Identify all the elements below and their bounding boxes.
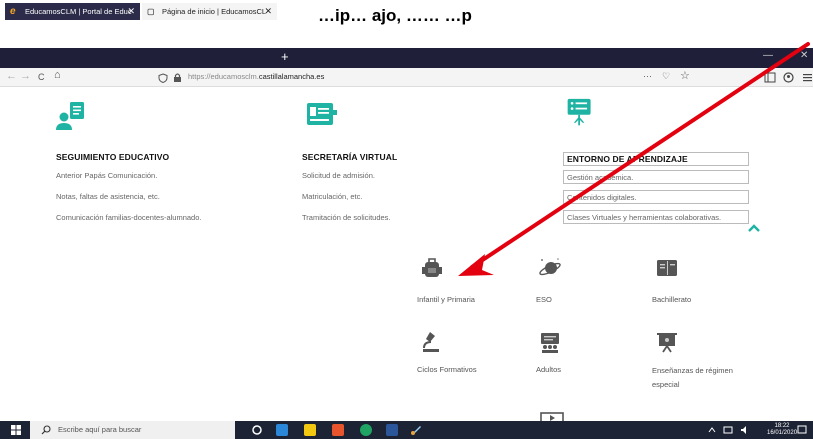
word-icon[interactable] <box>386 424 398 436</box>
url-text[interactable]: https://educamosclm.castillalamancha.es <box>188 72 324 81</box>
planet-icon[interactable] <box>538 256 562 280</box>
page-icon: ▢ <box>147 7 155 16</box>
tab-label: EducamosCLM | Portal de Educ <box>25 7 132 16</box>
new-tab-button[interactable]: + <box>281 49 289 64</box>
menu-icon[interactable] <box>803 73 812 82</box>
account-icon[interactable] <box>783 72 794 83</box>
tab-pagina-inicio[interactable]: ▢ Página de inicio | EducamosCL ✕ <box>142 3 277 20</box>
grid-label-ciclos[interactable]: Ciclos Formativos <box>417 364 477 376</box>
edge-icon[interactable] <box>276 424 288 436</box>
browser-tab-bar <box>0 48 813 68</box>
column-title-entorno[interactable]: ENTORNO DE APRENDIZAJE <box>563 152 749 166</box>
link-contenidos-digitales[interactable]: Contenidos digitales. <box>563 190 749 204</box>
grid-label-bachillerato[interactable]: Bachillerato <box>652 294 691 306</box>
cortana-icon[interactable] <box>251 424 263 436</box>
grid-label-infantil-primaria[interactable]: Infantil y Primaria <box>417 294 475 306</box>
search-icon <box>41 425 51 435</box>
video-icon[interactable] <box>540 412 564 421</box>
home-button[interactable]: ⌂ <box>54 69 61 81</box>
taskbar-search-placeholder[interactable]: Escribe aquí para buscar <box>58 425 141 434</box>
shield-icon <box>158 73 168 83</box>
clock-date: 16/01/2020 <box>767 430 798 436</box>
paint-icon[interactable] <box>410 424 422 436</box>
file-explorer-icon[interactable] <box>304 424 316 436</box>
presentation-icon[interactable] <box>655 330 679 354</box>
tab-label: Página de inicio | EducamosCL <box>162 7 267 16</box>
caption-text: …ip… ajo, …… …p <box>318 6 472 25</box>
link-notas-faltas[interactable]: Notas, faltas de asistencia, etc. <box>56 192 160 201</box>
forward-button[interactable]: → <box>20 70 31 82</box>
clock-time: 18:22 <box>774 423 790 429</box>
pocket-icon[interactable]: ♡ <box>662 71 670 82</box>
secretary-screen-icon <box>307 103 337 125</box>
backpack-icon[interactable] <box>420 256 444 280</box>
url-prefix: https://educamosclm. <box>188 72 259 81</box>
grid-label-regimen-especial[interactable]: Enseñanzas de régimen especial <box>652 364 742 392</box>
educamos-icon: e <box>10 6 16 17</box>
sidebar-icon[interactable] <box>764 72 776 83</box>
chevron-up-tray-icon[interactable] <box>708 426 716 434</box>
lock-icon <box>174 73 181 82</box>
microscope-icon[interactable] <box>420 330 444 354</box>
chevron-up-icon[interactable] <box>747 221 761 235</box>
firefox-icon[interactable] <box>332 424 344 436</box>
tab-educamos-portal[interactable]: e EducamosCLM | Portal de Educ ✕ <box>5 3 140 20</box>
close-icon[interactable]: ✕ <box>264 6 272 17</box>
volume-icon[interactable] <box>740 425 750 435</box>
close-window-button[interactable]: ✕ <box>800 50 808 61</box>
reload-button[interactable]: C <box>38 72 45 82</box>
bookmark-star-icon[interactable]: ☆ <box>680 69 690 82</box>
adults-icon[interactable] <box>538 330 562 354</box>
link-comunicacion[interactable]: Comunicación familias-docentes-alumnado. <box>56 213 202 222</box>
url-domain: castillalamancha.es <box>258 72 325 81</box>
link-anterior-papas[interactable]: Anterior Papás Comunicación. <box>56 171 157 180</box>
link-clases-virtuales[interactable]: Clases Virtuales y herramientas colabora… <box>563 210 749 224</box>
student-report-icon <box>56 102 84 130</box>
close-icon[interactable]: ✕ <box>127 6 135 17</box>
page-actions-icon[interactable]: ··· <box>643 71 652 81</box>
book-icon[interactable] <box>655 256 679 280</box>
link-tramitacion[interactable]: Tramitación de solicitudes. <box>302 213 391 222</box>
grid-label-adultos[interactable]: Adultos <box>536 364 561 376</box>
taskbar-clock[interactable]: 18:22 16/01/2020 <box>767 423 797 437</box>
link-matriculacion[interactable]: Matriculación, etc. <box>302 192 362 201</box>
link-solicitud-admision[interactable]: Solicitud de admisión. <box>302 171 375 180</box>
notifications-icon[interactable] <box>797 425 807 435</box>
windows-start-icon[interactable] <box>11 425 21 435</box>
chrome-icon[interactable] <box>360 424 372 436</box>
minimize-button[interactable]: — <box>763 50 773 61</box>
column-title-secretaria[interactable]: SECRETARÍA VIRTUAL <box>302 152 397 162</box>
back-button[interactable]: ← <box>6 70 17 82</box>
learning-board-icon <box>567 98 591 126</box>
grid-label-eso[interactable]: ESO <box>536 294 552 306</box>
column-title-seguimiento[interactable]: SEGUIMIENTO EDUCATIVO <box>56 152 169 162</box>
link-gestion-academica[interactable]: Gestión académica. <box>563 170 749 184</box>
network-icon[interactable] <box>723 425 733 435</box>
